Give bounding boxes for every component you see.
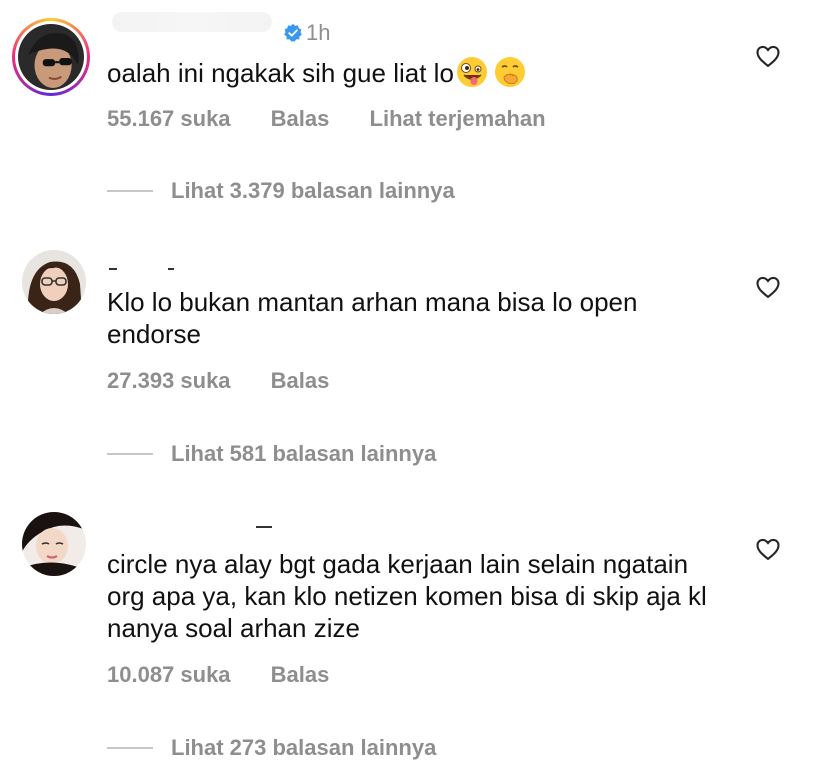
replies-divider-line	[107, 190, 153, 192]
see-translation-button[interactable]: Lihat terjemahan	[370, 106, 546, 132]
heart-icon[interactable]	[754, 273, 782, 301]
username-redacted[interactable]	[256, 526, 272, 528]
view-replies-button[interactable]: Lihat 3.379 balasan lainnya	[107, 178, 455, 204]
like-count[interactable]: 10.087 suka	[107, 662, 231, 688]
heart-icon[interactable]	[754, 42, 782, 70]
comment-meta: 10.087 suka Balas	[107, 662, 329, 688]
verified-badge-icon	[284, 23, 302, 42]
avatar[interactable]	[22, 512, 86, 576]
username-redacted[interactable]	[112, 12, 272, 32]
username-redacted-mark	[168, 268, 174, 270]
comment-meta: 27.393 suka Balas	[107, 368, 329, 394]
view-replies-label: Lihat 581 balasan lainnya	[171, 441, 437, 466]
like-count[interactable]: 55.167 suka	[107, 106, 231, 132]
comment-time: 1h	[306, 20, 331, 45]
view-replies-button[interactable]: Lihat 581 balasan lainnya	[107, 441, 436, 467]
replies-divider-line	[107, 747, 153, 749]
heart-icon[interactable]	[754, 535, 782, 563]
comment-text: circle nya alay bgt gada kerjaan lain se…	[107, 549, 707, 643]
view-replies-label: Lihat 3.379 balasan lainnya	[171, 178, 455, 203]
comment-text: oalah ini ngakak sih gue liat lo	[107, 56, 727, 89]
replies-divider-line	[107, 453, 153, 455]
view-replies-label: Lihat 273 balasan lainnya	[171, 735, 437, 760]
comment-meta: 55.167 suka Balas Lihat terjemahan	[107, 106, 546, 132]
reply-button[interactable]: Balas	[271, 368, 330, 394]
avatar[interactable]	[22, 250, 86, 314]
avatar-image	[22, 512, 86, 576]
like-count[interactable]: 27.393 suka	[107, 368, 231, 394]
avatar-image	[22, 250, 86, 314]
zany-face-emoji	[456, 57, 487, 87]
face-with-hand-over-mouth-emoji	[494, 57, 525, 87]
reply-button[interactable]: Balas	[271, 106, 330, 132]
avatar-image	[18, 24, 84, 90]
reply-button[interactable]: Balas	[271, 662, 330, 688]
username-redacted[interactable]	[109, 268, 117, 270]
avatar[interactable]	[12, 18, 90, 96]
view-replies-button[interactable]: Lihat 273 balasan lainnya	[107, 735, 436, 761]
comment-text: Klo lo bukan mantan arhan mana bisa lo o…	[107, 287, 638, 349]
